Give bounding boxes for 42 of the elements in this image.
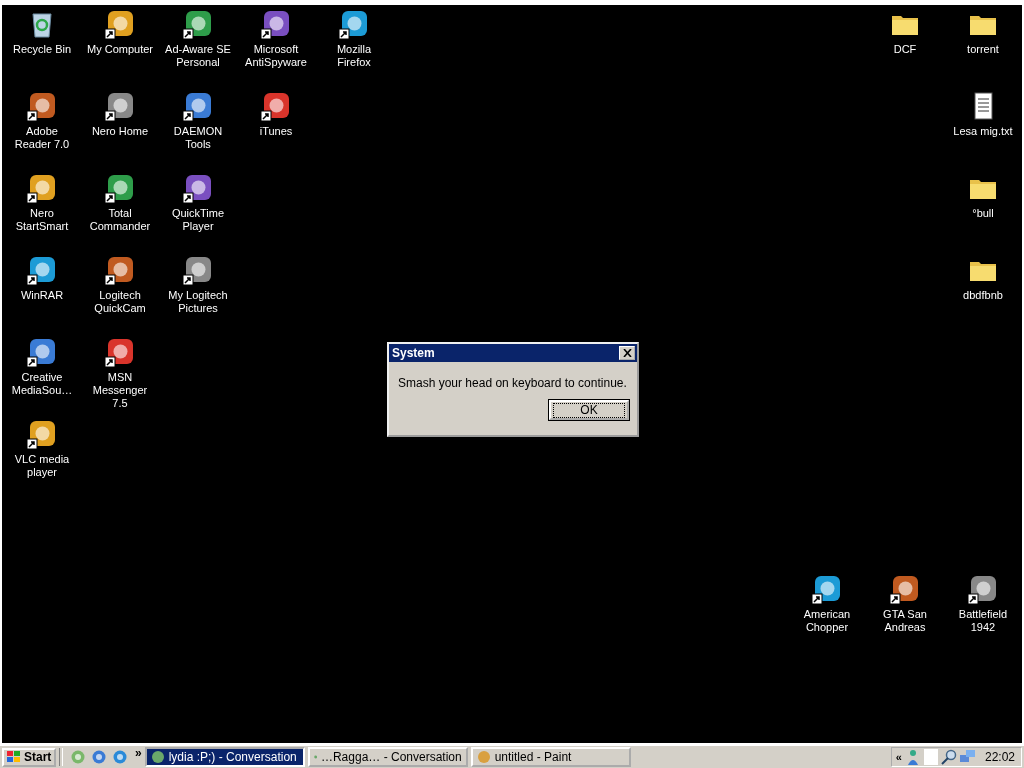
desktop-shortcut[interactable]: Total Commander bbox=[81, 172, 159, 250]
start-button[interactable]: Start bbox=[2, 747, 56, 767]
task-button[interactable]: …Ragga… - Conversation bbox=[307, 747, 468, 767]
clock: 22:02 bbox=[984, 750, 1015, 764]
app-icon bbox=[476, 750, 491, 764]
desktop-shortcut[interactable]: Mozilla Firefox bbox=[315, 8, 393, 86]
desktop-shortcut[interactable]: Creative MediaSou… bbox=[3, 336, 81, 414]
desktop-shortcut[interactable]: American Chopper bbox=[788, 573, 866, 651]
search-icon[interactable] bbox=[940, 749, 957, 765]
desktop-shortcut[interactable]: Ad-Aware SE Personal bbox=[159, 8, 237, 86]
desktop-shortcut[interactable]: DCF bbox=[866, 8, 944, 86]
dialog-title: System bbox=[392, 346, 435, 360]
show-icons-button[interactable]: « bbox=[895, 751, 902, 763]
desktop-shortcut[interactable]: DAEMON Tools bbox=[159, 90, 237, 168]
windows-flag-icon bbox=[6, 750, 22, 764]
desktop-shortcut[interactable]: iTunes bbox=[237, 90, 315, 168]
desktop-shortcut[interactable]: dbdfbnb bbox=[944, 254, 1022, 332]
desktop-shortcut[interactable]: GTA San Andreas bbox=[866, 573, 944, 651]
ok-button[interactable]: OK bbox=[549, 400, 629, 420]
dialog-message: Smash your head on keyboard to continue. bbox=[397, 375, 628, 390]
desktop-shortcut[interactable]: QuickTime Player bbox=[159, 172, 237, 250]
close-icon bbox=[622, 349, 632, 357]
desktop-shortcut[interactable]: torrent bbox=[944, 8, 1022, 86]
desktop-shortcut[interactable]: My Computer bbox=[81, 8, 159, 86]
desktop-shortcut[interactable]: MSN Messenger 7.5 bbox=[81, 336, 159, 414]
more-button[interactable]: » bbox=[135, 746, 142, 760]
desktop-shortcut[interactable]: WinRAR bbox=[3, 254, 81, 332]
desktop-shortcut[interactable]: Recycle Bin bbox=[3, 8, 81, 86]
desktop-shortcut[interactable]: Nero Home bbox=[81, 90, 159, 168]
desktop-shortcut[interactable]: Adobe Reader 7.0 bbox=[3, 90, 81, 168]
desktop-shortcut[interactable]: Microsoft AntiSpyware bbox=[237, 8, 315, 86]
close-button[interactable] bbox=[619, 346, 635, 360]
desktop-shortcut[interactable]: Nero StartSmart bbox=[3, 172, 81, 250]
task-button[interactable]: untitled - Paint bbox=[470, 747, 631, 767]
desktop-shortcut[interactable]: Logitech QuickCam bbox=[81, 254, 159, 332]
desktop-shortcut[interactable]: My Logitech Pictures bbox=[159, 254, 237, 332]
desktop-shortcut[interactable]: Battlefield 1942 bbox=[944, 573, 1022, 651]
desktop-shortcut[interactable]: Lesa mig.txt bbox=[944, 90, 1022, 168]
desktop-shortcut[interactable]: VLC media player bbox=[3, 418, 81, 496]
task-button[interactable]: lydia :P;) - Conversation bbox=[144, 747, 305, 767]
app-icon bbox=[150, 750, 165, 764]
desktop-shortcut[interactable]: °bull bbox=[944, 172, 1022, 250]
